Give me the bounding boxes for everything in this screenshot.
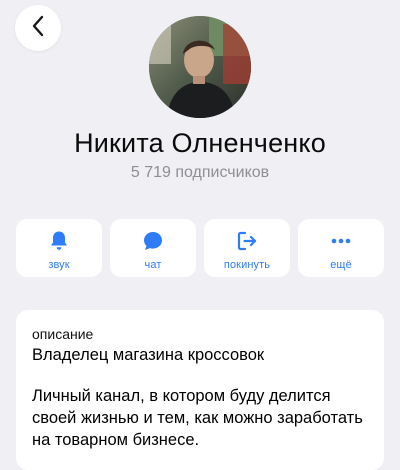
more-button[interactable]: ещё xyxy=(298,219,384,277)
leave-button[interactable]: покинуть xyxy=(204,219,290,277)
chat-button[interactable]: чат xyxy=(110,219,196,277)
more-button-label: ещё xyxy=(330,259,352,271)
profile-name: Никита Олненченко xyxy=(74,128,326,158)
mute-button[interactable]: звук xyxy=(16,219,102,277)
description-label: описание xyxy=(32,326,94,342)
description-card: описание Владелец магазина кроссовок Лич… xyxy=(16,310,384,470)
action-bar: звук чат покинуть ещё xyxy=(16,219,384,277)
avatar[interactable] xyxy=(149,16,251,118)
bell-icon xyxy=(49,229,69,253)
description-title: Владелец магазина кроссовок xyxy=(32,346,265,364)
more-dots-icon xyxy=(330,229,352,253)
leave-icon xyxy=(236,229,258,253)
subscriber-count: 5 719 подписчиков xyxy=(130,164,270,181)
description-text: Личный канал, в котором буду делится сво… xyxy=(32,387,363,449)
chevron-left-icon xyxy=(31,15,45,42)
leave-button-label: покинуть xyxy=(223,259,271,271)
mute-button-label: звук xyxy=(48,259,70,271)
back-button[interactable] xyxy=(15,5,61,51)
chat-bubble-icon xyxy=(142,229,164,253)
chat-button-label: чат xyxy=(144,259,162,271)
